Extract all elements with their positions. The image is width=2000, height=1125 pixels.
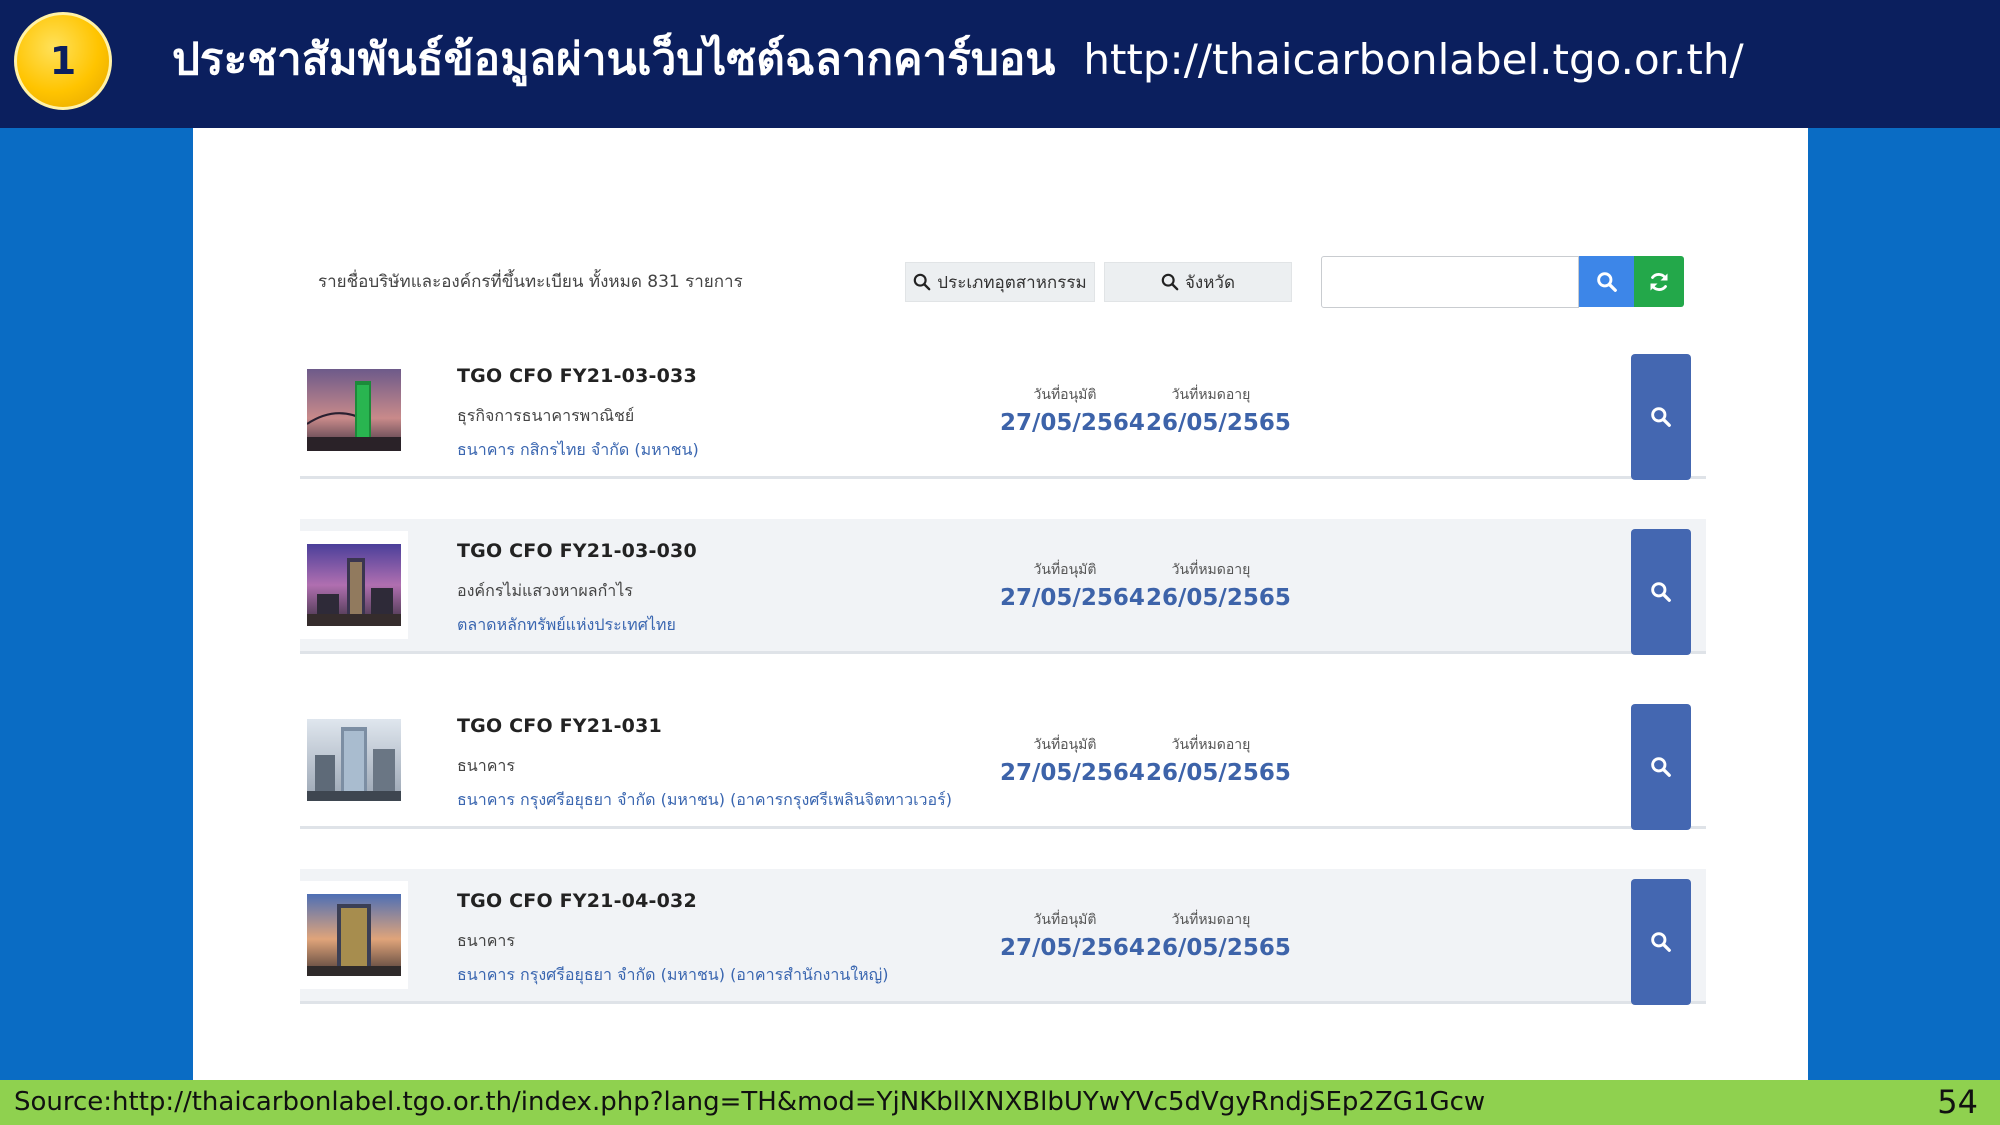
approved-date-label: วันที่อนุมัติ [1033,387,1097,403]
building-thumbnail [300,706,408,814]
slide-title-thai: ประชาสัมพันธ์ข้อมูลผ่านเว็บไซต์ฉลากคาร์บ… [172,34,1056,85]
filter-province-label: จังหวัด [1184,272,1236,293]
search-icon [1651,932,1671,952]
organization-name[interactable]: ตลาดหลักทรัพย์แห่งประเทศไทย [457,613,676,638]
approved-date-label: วันที่อนุมัติ [1033,912,1097,928]
website-panel: รายชื่อบริษัทและองค์กรที่ขึ้นทะเบียน ทั้… [193,128,1808,1080]
page-number: 54 [1937,1083,1978,1121]
registration-code: TGO CFO FY21-03-033 [457,365,697,387]
search-icon [1651,582,1671,602]
badge-number: 1 [49,39,77,83]
business-type: ธุรกิจการธนาคารพาณิชย์ [457,406,635,425]
search-button[interactable] [1579,256,1634,307]
building-thumbnail [300,356,408,464]
organization-name[interactable]: ธนาคาร กรุงศรีอยุธยา จำกัด (มหาชน) (อาคา… [457,963,889,988]
expiry-date-label: วันที่หมดอายุ [1171,912,1251,928]
expiry-date-block: วันที่หมดอายุ 26/05/2565 [1146,734,1291,786]
slide-footer: Source:http://thaicarbonlabel.tgo.or.th/… [0,1080,2000,1125]
expiry-date-block: วันที่หมดอายุ 26/05/2565 [1146,384,1291,436]
search-icon [1161,273,1179,291]
organization-name[interactable]: ธนาคาร กสิกรไทย จำกัด (มหาชน) [457,438,699,463]
search-icon [1651,407,1671,427]
approved-date-block: วันที่อนุมัติ 27/05/2564 [1000,734,1145,786]
organization-name[interactable]: ธนาคาร กรุงศรีอยุธยา จำกัด (มหาชน) (อาคา… [457,788,952,813]
expiry-date: 26/05/2565 [1146,585,1291,611]
search-icon [1596,271,1617,292]
view-details-button[interactable] [1631,704,1691,830]
building-photo [307,719,401,801]
slide-header: 1 ประชาสัมพันธ์ข้อมูลผ่านเว็บไซต์ฉลากคาร… [0,0,2000,128]
search-icon [914,273,931,291]
business-type: ธนาคาร [457,931,515,950]
search-icon [1651,757,1671,777]
business-type: ธนาคาร [457,756,515,775]
building-photo [307,369,401,451]
refresh-button[interactable] [1634,256,1684,307]
view-details-button[interactable] [1631,354,1691,480]
business-type: องค์กรไม่แสวงหาผลกำไร [457,581,633,600]
list-item[interactable]: TGO CFO FY21-03-033 ธุรกิจการธนาคารพาณิช… [300,344,1706,480]
expiry-date-label: วันที่หมดอายุ [1171,737,1251,753]
approved-date-label: วันที่อนุมัติ [1033,737,1097,753]
view-details-button[interactable] [1631,879,1691,1005]
source-citation: Source:http://thaicarbonlabel.tgo.or.th/… [14,1087,1486,1117]
approved-date: 27/05/2564 [1000,935,1145,961]
approved-date: 27/05/2564 [1000,585,1145,611]
list-item[interactable]: TGO CFO FY21-031 ธนาคาร ธนาคาร กรุงศรีอย… [300,694,1706,830]
building-thumbnail [300,531,408,639]
approved-date: 27/05/2564 [1000,760,1145,786]
expiry-date: 26/05/2565 [1146,935,1291,961]
filter-industry-button[interactable]: ประเภทอุตสาหกรรม [905,262,1095,302]
expiry-date-label: วันที่หมดอายุ [1171,562,1251,578]
list-item[interactable]: TGO CFO FY21-04-032 ธนาคาร ธนาคาร กรุงศร… [300,869,1706,1005]
expiry-date-block: วันที่หมดอายุ 26/05/2565 [1146,909,1291,961]
registration-summary: รายชื่อบริษัทและองค์กรที่ขึ้นทะเบียน ทั้… [318,272,743,292]
registration-code: TGO CFO FY21-031 [457,715,662,737]
building-thumbnail [300,881,408,989]
expiry-date: 26/05/2565 [1146,410,1291,436]
slide-title: ประชาสัมพันธ์ข้อมูลผ่านเว็บไซต์ฉลากคาร์บ… [172,18,1744,102]
building-photo [307,544,401,626]
registration-code: TGO CFO FY21-03-030 [457,540,697,562]
filter-industry-label: ประเภทอุตสาหกรรม [937,272,1087,293]
approved-date-block: วันที่อนุมัติ 27/05/2564 [1000,559,1145,611]
building-photo [307,894,401,976]
expiry-date-label: วันที่หมดอายุ [1171,387,1251,403]
slide-number-badge: 1 [14,12,112,110]
expiry-date-block: วันที่หมดอายุ 26/05/2565 [1146,559,1291,611]
approved-date-label: วันที่อนุมัติ [1033,562,1097,578]
approved-date-block: วันที่อนุมัติ 27/05/2564 [1000,384,1145,436]
expiry-date: 26/05/2565 [1146,760,1291,786]
slide-title-url: http://thaicarbonlabel.tgo.or.th/ [1083,35,1744,84]
filter-province-button[interactable]: จังหวัด [1104,262,1292,302]
registration-code: TGO CFO FY21-04-032 [457,890,697,912]
view-details-button[interactable] [1631,529,1691,655]
approved-date-block: วันที่อนุมัติ 27/05/2564 [1000,909,1145,961]
approved-date: 27/05/2564 [1000,410,1145,436]
search-input[interactable] [1321,256,1579,308]
refresh-icon [1650,272,1668,291]
list-item[interactable]: TGO CFO FY21-03-030 องค์กรไม่แสวงหาผลกำไ… [300,519,1706,655]
